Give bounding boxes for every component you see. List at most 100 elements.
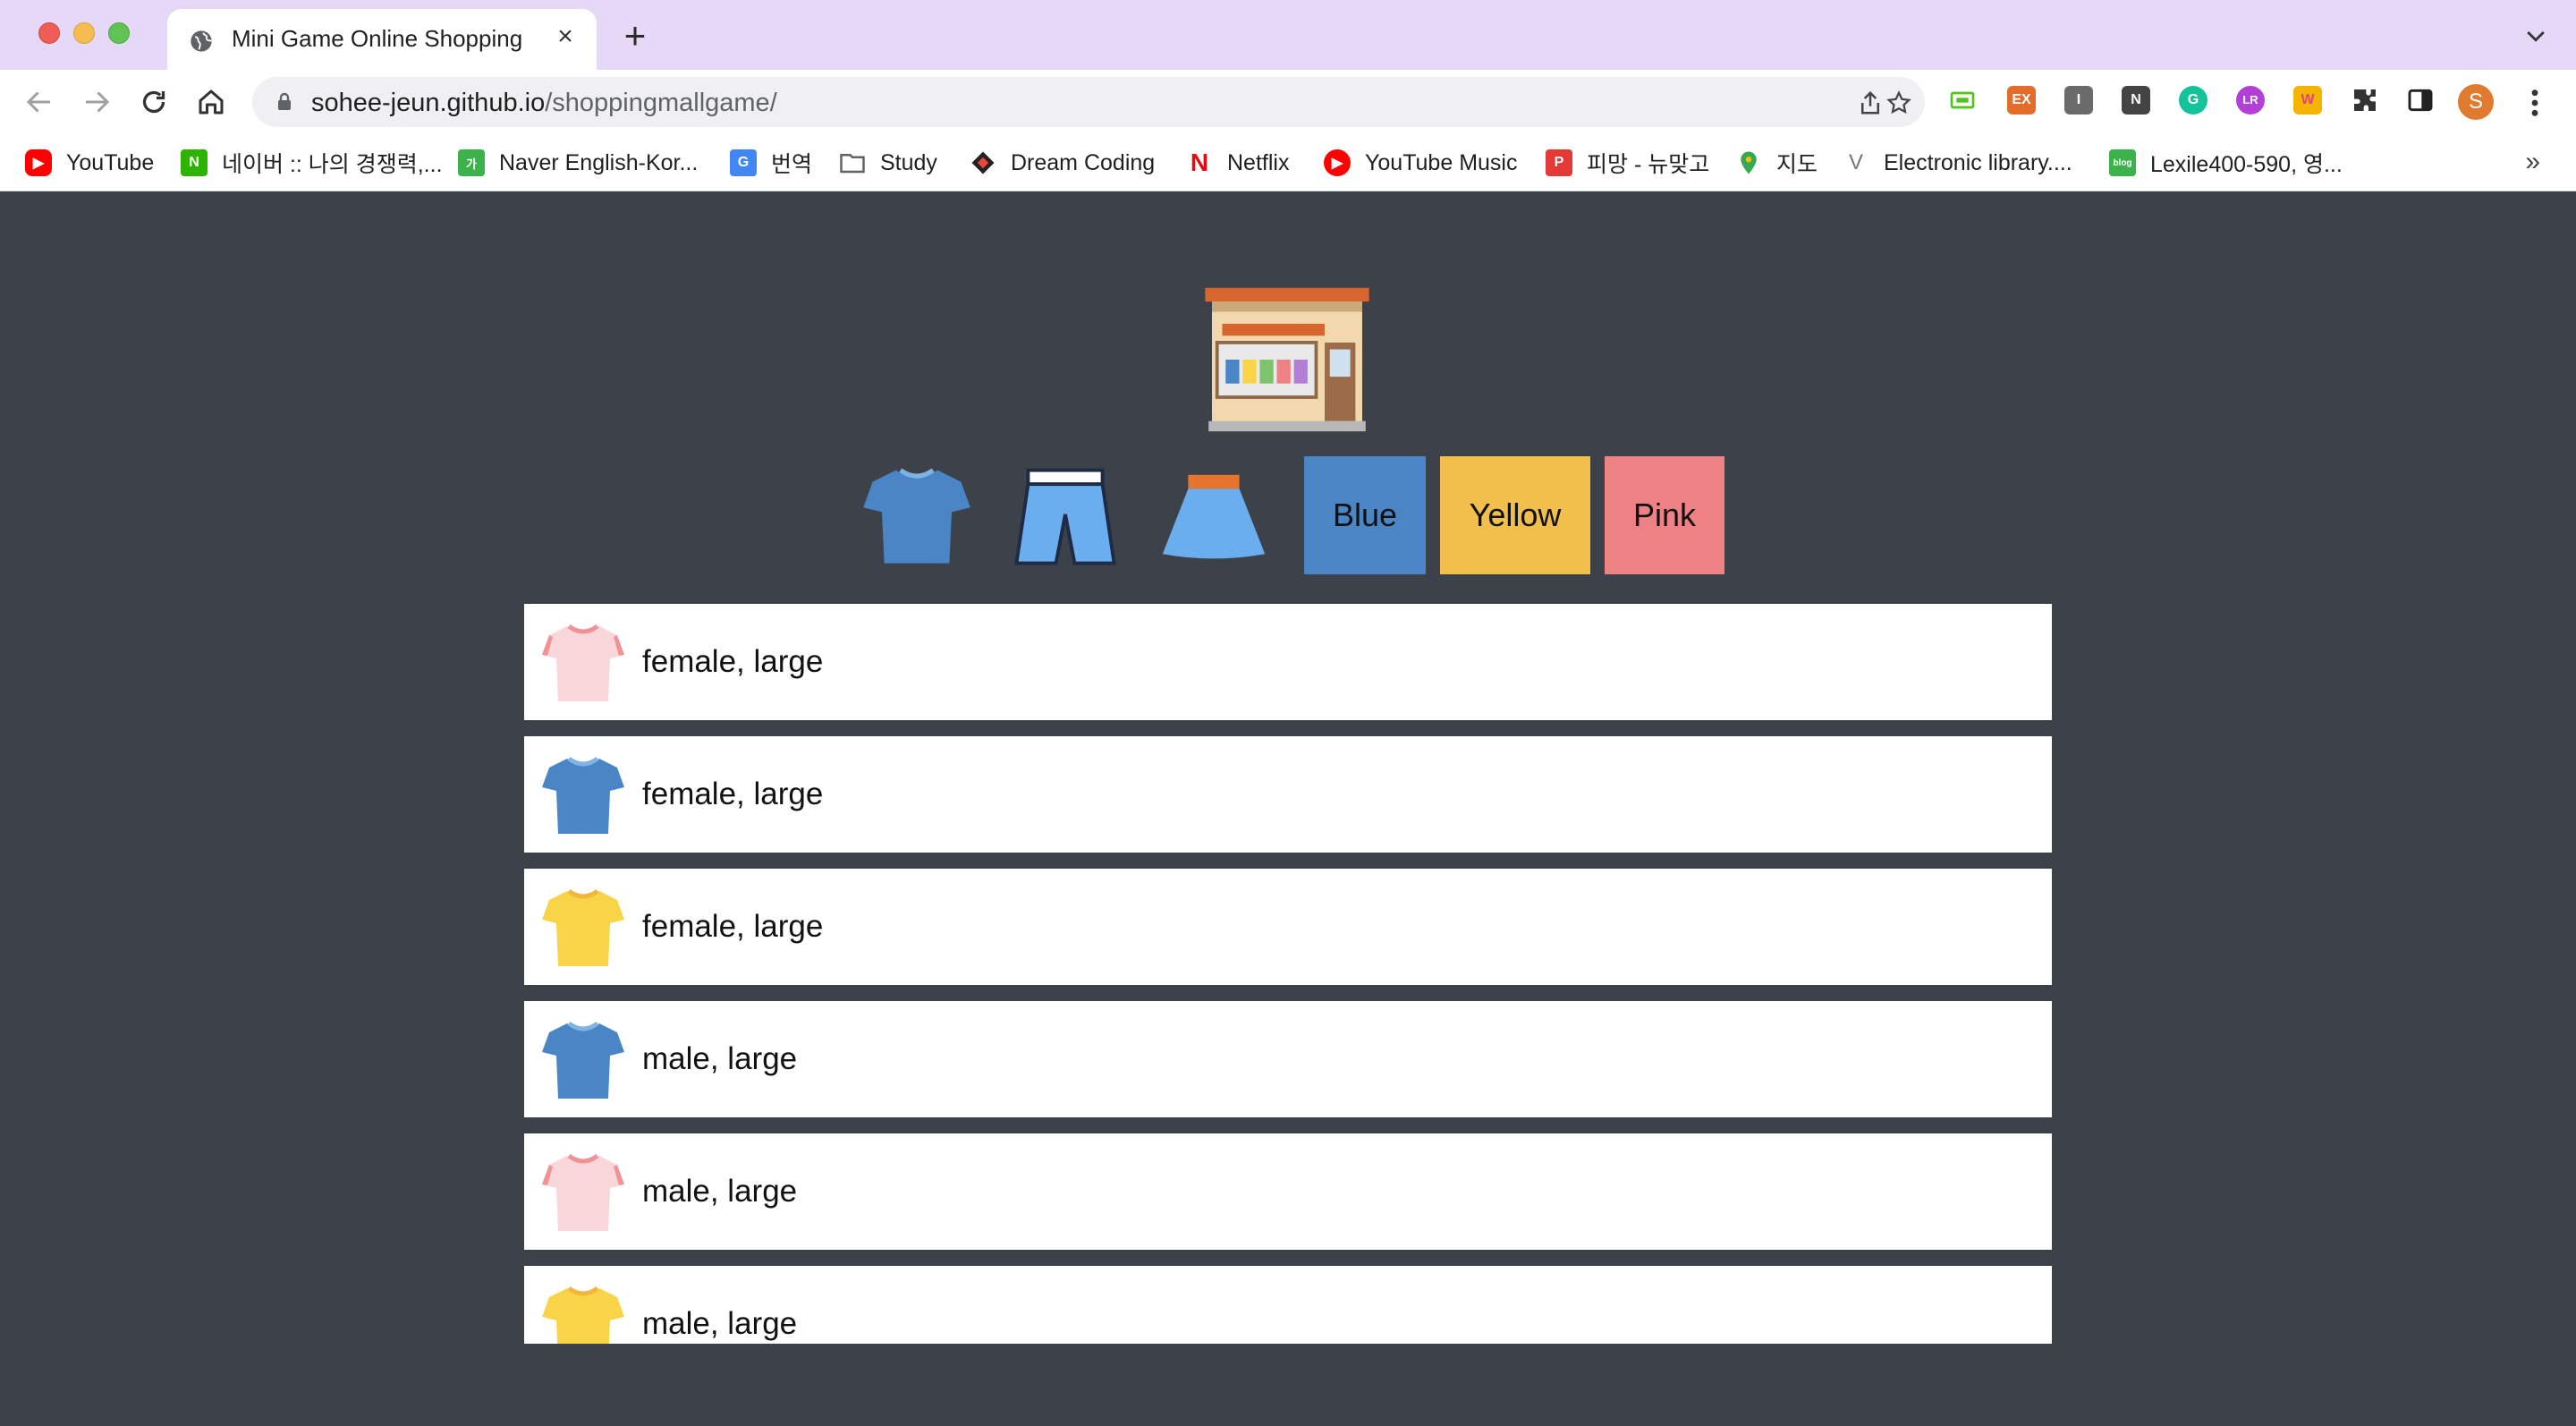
naver-dictionary-icon: 가: [458, 149, 485, 176]
bookmark-pmang[interactable]: P 피망 - 뉴맞고: [1546, 145, 1709, 181]
grammarly-icon[interactable]: G: [2179, 86, 2207, 115]
bookmark-label: Study: [880, 149, 937, 175]
profile-avatar[interactable]: S: [2458, 84, 2494, 120]
tab-title: Mini Game Online Shopping: [232, 25, 523, 52]
list-item: female, large: [524, 736, 2052, 853]
w-extension-icon[interactable]: W: [2293, 86, 2322, 115]
forward-arrow-icon[interactable]: [80, 86, 113, 118]
game-page: Blue Yellow Pink female, large female, l…: [0, 192, 2576, 1426]
bookmark-folder-study[interactable]: Study: [839, 145, 937, 181]
more-menu-icon[interactable]: [2528, 88, 2542, 118]
bookmark-maps[interactable]: 지도: [1735, 145, 1818, 181]
home-icon[interactable]: [195, 86, 227, 118]
clothing-store-logo[interactable]: [1200, 284, 1374, 435]
ex-extension-icon[interactable]: EX: [2007, 86, 2036, 115]
share-icon[interactable]: [1857, 89, 1884, 116]
item-list: female, large female, large female, larg…: [524, 604, 2052, 1344]
lr-extension-icon[interactable]: LR: [2236, 86, 2265, 115]
bookmark-label: 네이버 :: 나의 경쟁력,...: [222, 152, 443, 177]
chevron-down-icon[interactable]: [2522, 23, 2549, 50]
blue-tshirt-icon: [542, 1021, 624, 1099]
filter-skirt-button[interactable]: [1156, 456, 1272, 575]
item-description: male, large: [642, 1306, 798, 1341]
folder-icon: [840, 154, 865, 174]
blue-tshirt-icon: [542, 756, 624, 834]
lock-icon[interactable]: [274, 91, 295, 113]
blog-icon: blog: [2109, 149, 2136, 176]
bookmark-label: 지도: [1776, 152, 1818, 177]
bookmark-label: 피망 - 뉴맞고: [1587, 152, 1710, 177]
bookmarks-overflow-icon[interactable]: »: [2525, 147, 2540, 177]
n-extension-icon[interactable]: N: [2122, 86, 2150, 115]
browser-tab-active[interactable]: Mini Game Online Shopping ×: [167, 9, 597, 70]
item-description: male, large: [642, 1174, 798, 1209]
bookmark-youtube[interactable]: ▶ YouTube: [25, 145, 154, 181]
url-path: /shoppingmallgame/: [545, 89, 777, 117]
bookmark-naver-english[interactable]: 가 Naver English-Kor...: [458, 145, 698, 181]
filter-blue-button[interactable]: Blue: [1304, 456, 1426, 574]
bookmark-translate[interactable]: G 번역: [730, 145, 812, 181]
yellow-tshirt-icon: [542, 1286, 624, 1344]
skirt-icon: [1162, 474, 1266, 558]
bookmarks-bar: ▶ YouTube N 네이버 :: 나의 경쟁력,... 가 Naver En…: [0, 134, 2576, 191]
electronic-library-icon: V: [1848, 150, 1863, 174]
bookmark-netflix[interactable]: N Netflix: [1186, 145, 1290, 181]
bookmark-star-icon[interactable]: [1885, 89, 1912, 116]
google-translate-icon: G: [730, 149, 757, 176]
close-window-button[interactable]: [38, 22, 60, 44]
bookmark-naver[interactable]: N 네이버 :: 나의 경쟁력,...: [181, 145, 443, 181]
maximize-window-button[interactable]: [108, 22, 130, 44]
bookmark-label: Naver English-Kor...: [499, 149, 699, 175]
bookmark-label: Electronic library....: [1884, 149, 2072, 175]
side-panel-icon[interactable]: [2406, 86, 2435, 115]
list-item: female, large: [524, 604, 2052, 720]
bookmark-label: Dream Coding: [1011, 149, 1156, 175]
shorts-icon: [1014, 468, 1116, 565]
bookmark-youtube-music[interactable]: ▶ YouTube Music: [1324, 145, 1517, 181]
browser-tab-strip: Mini Game Online Shopping × +: [0, 0, 2576, 70]
bookmark-dream-coding[interactable]: Dream Coding: [970, 145, 1155, 181]
bookmark-label: Lexile400-590, 영...: [2150, 152, 2343, 177]
item-description: female, large: [642, 644, 824, 679]
url-host: sohee-jeun.github.io: [311, 89, 546, 117]
dream-coding-icon: [971, 151, 995, 174]
globe-icon: [191, 30, 213, 52]
pink-tshirt-icon: [542, 624, 624, 701]
browser-toolbar: sohee-jeun.github.io/shoppingmallgame/ E…: [0, 70, 2576, 134]
bookmark-electronic-library[interactable]: V Electronic library....: [1843, 145, 2072, 181]
filter-yellow-button[interactable]: Yellow: [1440, 456, 1590, 574]
youtube-icon: ▶: [25, 149, 52, 176]
naver-icon: N: [181, 149, 208, 176]
minimize-window-button[interactable]: [73, 22, 95, 44]
item-description: female, large: [642, 909, 824, 944]
list-item: female, large: [524, 869, 2052, 985]
item-description: female, large: [642, 777, 824, 811]
pmang-icon: P: [1546, 149, 1572, 176]
bookmark-lexile[interactable]: blog Lexile400-590, 영...: [2109, 145, 2343, 181]
reload-icon[interactable]: [138, 86, 170, 118]
filter-controls: Blue Yellow Pink: [859, 456, 1739, 574]
pink-tshirt-icon: [542, 1153, 624, 1231]
youtube-music-icon: ▶: [1324, 149, 1351, 176]
item-description: male, large: [642, 1041, 798, 1076]
extensions-puzzle-icon[interactable]: [2351, 86, 2379, 115]
new-tab-button[interactable]: +: [617, 17, 653, 55]
bookmark-label: YouTube Music: [1365, 149, 1518, 175]
filter-tshirt-button[interactable]: [859, 456, 975, 575]
bookmark-label: 번역: [771, 152, 813, 177]
list-item: male, large: [524, 1266, 2052, 1344]
back-arrow-icon[interactable]: [23, 86, 55, 118]
i-extension-icon[interactable]: I: [2064, 86, 2093, 115]
filter-pants-button[interactable]: [1007, 456, 1123, 575]
url-text: sohee-jeun.github.io/shoppingmallgame/: [311, 89, 777, 118]
close-tab-icon[interactable]: ×: [550, 21, 580, 52]
yellow-tshirt-icon: [542, 888, 624, 966]
bookmark-label: Netflix: [1227, 149, 1290, 175]
netflix-icon: N: [1190, 149, 1209, 176]
address-bar[interactable]: sohee-jeun.github.io/shoppingmallgame/: [252, 77, 1925, 127]
list-item: male, large: [524, 1001, 2052, 1117]
bookmark-label: YouTube: [66, 149, 155, 175]
tshirt-icon: [863, 467, 970, 564]
filter-pink-button[interactable]: Pink: [1605, 456, 1724, 574]
screen-extension-icon[interactable]: [1948, 86, 1977, 115]
